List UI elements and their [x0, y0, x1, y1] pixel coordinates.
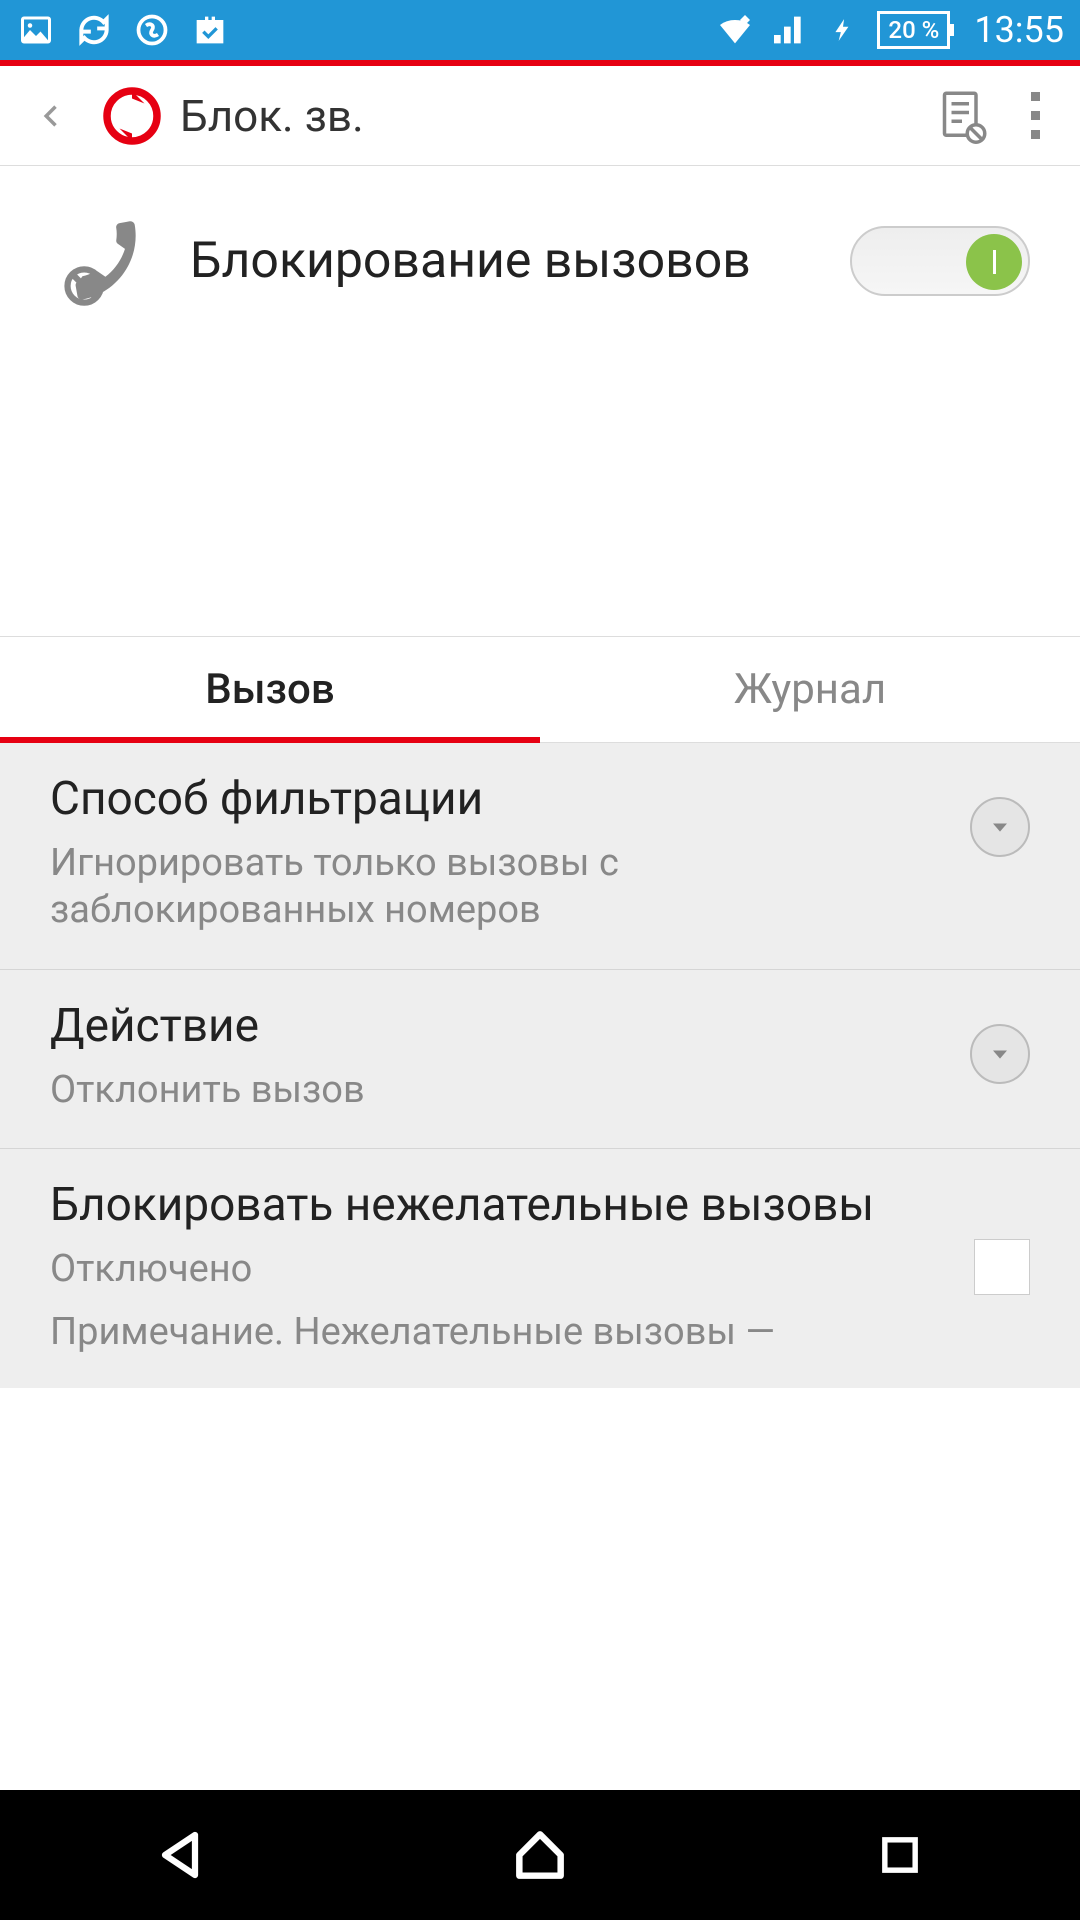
feature-panel: Блокирование вызовов	[0, 166, 1080, 356]
page-title: Блок. зв.	[180, 90, 914, 142]
status-bar: 20 % 13:55	[0, 0, 1080, 60]
setting-title: Способ фильтрации	[50, 773, 946, 826]
toggle-knob	[966, 234, 1022, 290]
app-logo-icon	[100, 84, 164, 148]
setting-value: Отключено	[50, 1246, 950, 1294]
tabs: Вызов Журнал	[0, 636, 1080, 743]
setting-title: Блокировать нежелательные вызовы	[50, 1179, 950, 1232]
charging-icon	[823, 10, 863, 50]
blocklist-button[interactable]	[930, 84, 994, 148]
chevron-down-icon	[970, 1024, 1030, 1084]
chevron-down-icon	[970, 797, 1030, 857]
signal-icon	[769, 10, 809, 50]
sync-icon	[74, 10, 114, 50]
setting-filter-method[interactable]: Способ фильтрации Игнорировать только вы…	[0, 743, 1080, 970]
navigation-bar	[0, 1790, 1080, 1920]
setting-title: Действие	[50, 1000, 946, 1053]
gallery-icon	[16, 10, 56, 50]
phone-block-icon	[50, 206, 160, 316]
nav-back-button[interactable]	[140, 1815, 220, 1895]
back-button[interactable]	[20, 84, 84, 148]
tab-calls[interactable]: Вызов	[0, 637, 540, 742]
battery-indicator: 20 %	[877, 11, 950, 49]
nav-home-button[interactable]	[500, 1815, 580, 1895]
tab-log[interactable]: Журнал	[540, 637, 1080, 742]
app-bar: Блок. зв.	[0, 66, 1080, 166]
clock: 13:55	[974, 9, 1064, 51]
setting-action[interactable]: Действие Отклонить вызов	[0, 970, 1080, 1149]
tab-label: Журнал	[734, 665, 886, 714]
tab-label: Вызов	[205, 665, 334, 714]
more-menu-button[interactable]	[1010, 92, 1060, 139]
briefcase-check-icon	[190, 10, 230, 50]
feature-label: Блокирование вызовов	[190, 230, 820, 293]
battery-percent: 20 %	[888, 16, 939, 44]
spacer	[0, 356, 1080, 636]
setting-note: Примечание. Нежелательные вызовы —	[50, 1310, 950, 1354]
settings-list: Способ фильтрации Игнорировать только вы…	[0, 743, 1080, 1388]
snapdragon-icon	[132, 10, 172, 50]
call-blocking-toggle[interactable]	[850, 226, 1030, 296]
setting-value: Отклонить вызов	[50, 1067, 946, 1115]
wifi-icon	[715, 10, 755, 50]
setting-block-unwanted[interactable]: Блокировать нежелательные вызовы Отключе…	[0, 1149, 1080, 1387]
block-unwanted-checkbox[interactable]	[974, 1239, 1030, 1295]
setting-value: Игнорировать только вызовы с заблокирова…	[50, 840, 946, 935]
nav-recent-button[interactable]	[860, 1815, 940, 1895]
